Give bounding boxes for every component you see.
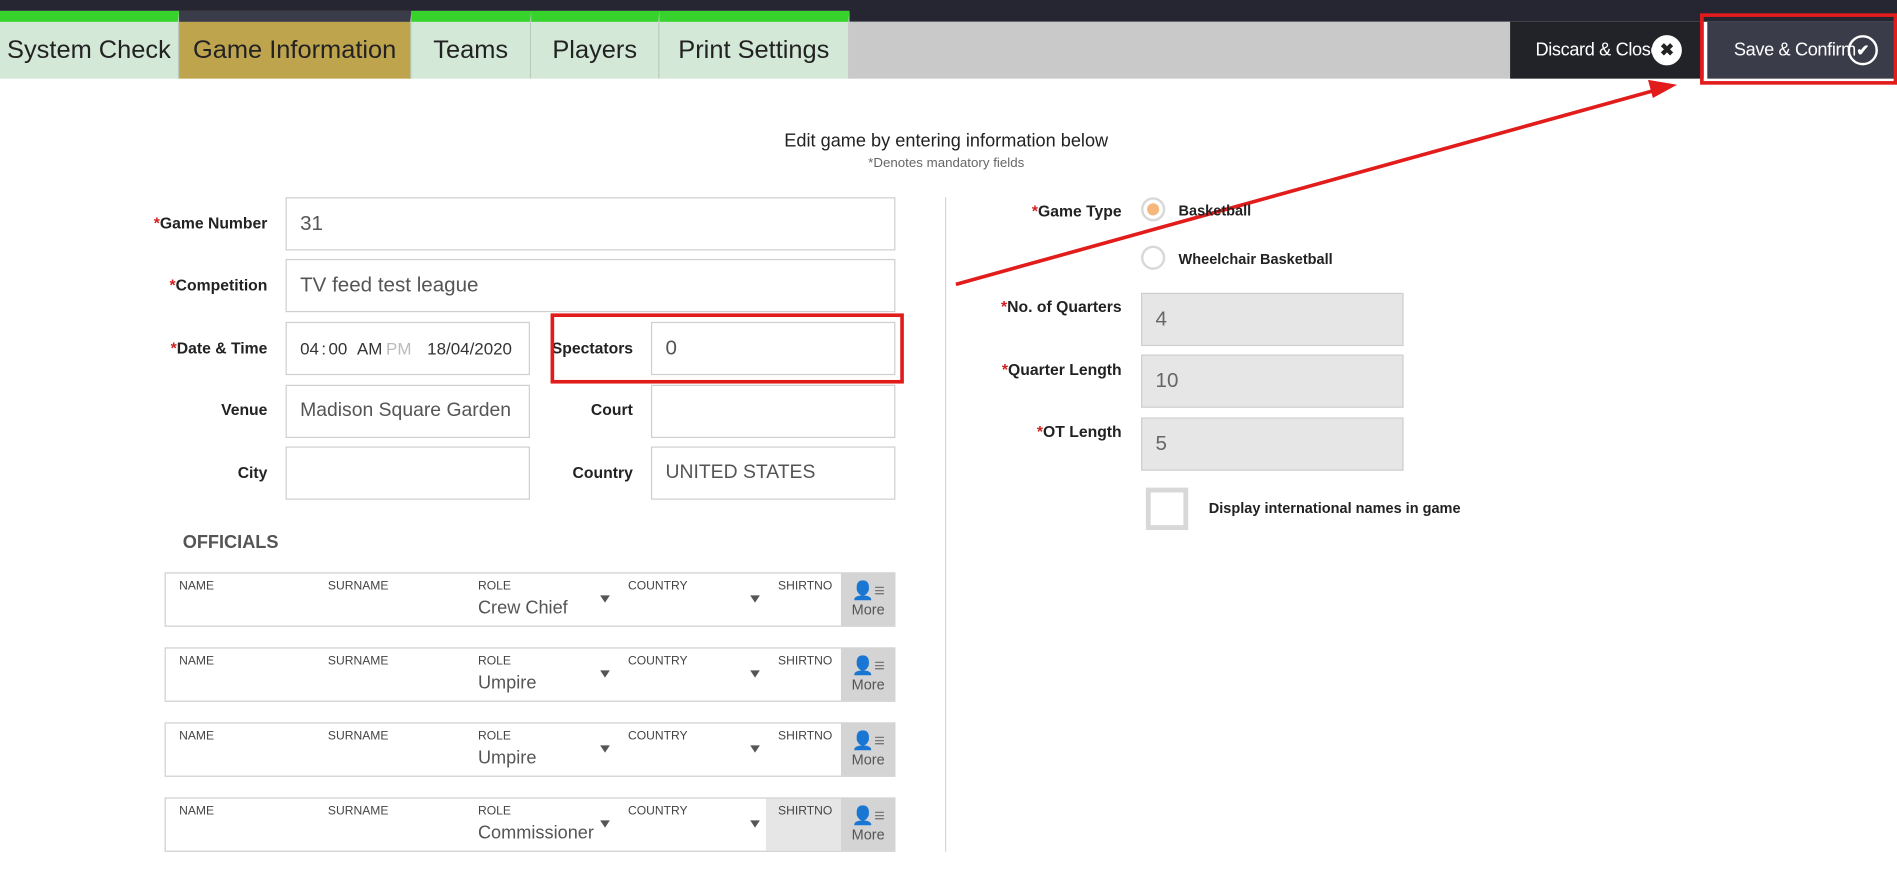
date-time-label: *Date & Time — [170, 338, 268, 357]
city-input[interactable] — [285, 446, 530, 500]
surname-header: SURNAME — [327, 579, 389, 593]
date-time-input[interactable]: 04 : 00 AM PM 18/04/2020 — [285, 321, 530, 376]
person-list-icon: 👤≡ — [851, 730, 885, 752]
country-label: Country — [572, 463, 633, 482]
shirtno-header: SHIRTNO — [778, 804, 833, 818]
radio-basketball[interactable] — [1141, 197, 1166, 222]
country-dropdown-icon[interactable] — [750, 820, 760, 828]
game-number-label: *Game Number — [153, 214, 268, 233]
intl-names-label: Display international names in game — [1208, 499, 1461, 517]
role-dropdown-icon[interactable] — [600, 745, 610, 753]
annotation-arrow-head — [1648, 79, 1678, 99]
time-separator: : — [321, 338, 327, 359]
official-row: NAME SURNAME ROLE Commissioner COUNTRY S… — [164, 797, 896, 852]
role-dropdown-icon[interactable] — [600, 670, 610, 678]
competition-input[interactable]: TV feed test league — [285, 258, 896, 313]
page-subheading: *Denotes mandatory fields — [868, 156, 1025, 171]
city-label: City — [237, 463, 268, 482]
more-button[interactable]: 👤≡ More — [840, 798, 896, 851]
name-header: NAME — [179, 654, 215, 668]
page-heading: Edit game by entering information below — [784, 130, 1109, 152]
quarter-length-input[interactable]: 10 — [1141, 354, 1404, 408]
role-value[interactable]: Umpire — [478, 673, 536, 694]
ot-length-input[interactable]: 5 — [1141, 417, 1404, 471]
country-input[interactable]: UNITED STATES — [650, 446, 896, 500]
game-type-label: *Game Type — [1031, 202, 1122, 221]
role-value[interactable]: Crew Chief — [478, 598, 568, 619]
wheelchair-basketball-option-label[interactable]: Wheelchair Basketball — [1179, 250, 1333, 267]
venue-input[interactable]: Madison Square Garden — [285, 384, 530, 439]
country-dropdown-icon[interactable] — [750, 595, 760, 603]
role-header: ROLE — [477, 579, 511, 593]
role-header: ROLE — [477, 654, 511, 668]
country-dropdown-icon[interactable] — [750, 670, 760, 678]
country-dropdown-icon[interactable] — [750, 745, 760, 753]
am-toggle[interactable]: AM — [357, 339, 382, 358]
intl-names-checkbox[interactable] — [1145, 487, 1189, 530]
surname-header: SURNAME — [327, 729, 389, 743]
name-header: NAME — [179, 729, 215, 743]
role-header: ROLE — [477, 804, 511, 818]
basketball-option-label[interactable]: Basketball — [1179, 202, 1252, 219]
quarter-length-label: *Quarter Length — [1001, 360, 1122, 379]
pm-toggle[interactable]: PM — [386, 339, 411, 358]
venue-label: Venue — [221, 400, 268, 419]
official-row: NAME SURNAME ROLE Umpire COUNTRY SHIRTNO… — [164, 647, 896, 702]
role-value[interactable]: Umpire — [478, 748, 536, 769]
quarters-label: *No. of Quarters — [1001, 297, 1122, 316]
quarters-input[interactable]: 4 — [1141, 292, 1404, 347]
role-header: ROLE — [477, 729, 511, 743]
more-button[interactable]: 👤≡ More — [840, 723, 896, 776]
game-number-input[interactable]: 31 — [285, 197, 896, 251]
person-list-icon: 👤≡ — [851, 805, 885, 827]
surname-header: SURNAME — [327, 804, 389, 818]
role-dropdown-icon[interactable] — [600, 820, 610, 828]
surname-header: SURNAME — [327, 654, 389, 668]
person-list-icon: 👤≡ — [851, 580, 885, 602]
court-label: Court — [590, 400, 633, 419]
minute-value[interactable]: 00 — [328, 339, 347, 358]
country-header: COUNTRY — [627, 654, 688, 668]
competition-label: *Competition — [169, 275, 268, 295]
name-header: NAME — [179, 579, 215, 593]
role-dropdown-icon[interactable] — [600, 595, 610, 603]
ot-length-label: *OT Length — [1036, 422, 1122, 441]
officials-title: OFFICIALS — [182, 532, 279, 553]
shirtno-header: SHIRTNO — [778, 654, 833, 668]
name-header: NAME — [179, 804, 215, 818]
country-header: COUNTRY — [627, 804, 688, 818]
official-row: NAME SURNAME ROLE Umpire COUNTRY SHIRTNO… — [164, 722, 896, 777]
country-header: COUNTRY — [627, 579, 688, 593]
shirtno-header: SHIRTNO — [778, 579, 833, 593]
person-list-icon: 👤≡ — [851, 655, 885, 677]
more-button[interactable]: 👤≡ More — [840, 648, 896, 701]
spectators-highlight-box — [550, 313, 904, 384]
court-input[interactable] — [650, 384, 896, 439]
more-button[interactable]: 👤≡ More — [840, 573, 896, 626]
hour-value[interactable]: 04 — [300, 339, 319, 358]
column-divider — [945, 197, 947, 852]
country-header: COUNTRY — [627, 729, 688, 743]
official-row: NAME SURNAME ROLE Crew Chief COUNTRY SHI… — [164, 572, 896, 627]
radio-wheelchair-basketball[interactable] — [1141, 245, 1166, 270]
role-value[interactable]: Commissioner — [478, 823, 594, 844]
shirtno-header: SHIRTNO — [778, 729, 833, 743]
date-value[interactable]: 18/04/2020 — [427, 339, 512, 358]
